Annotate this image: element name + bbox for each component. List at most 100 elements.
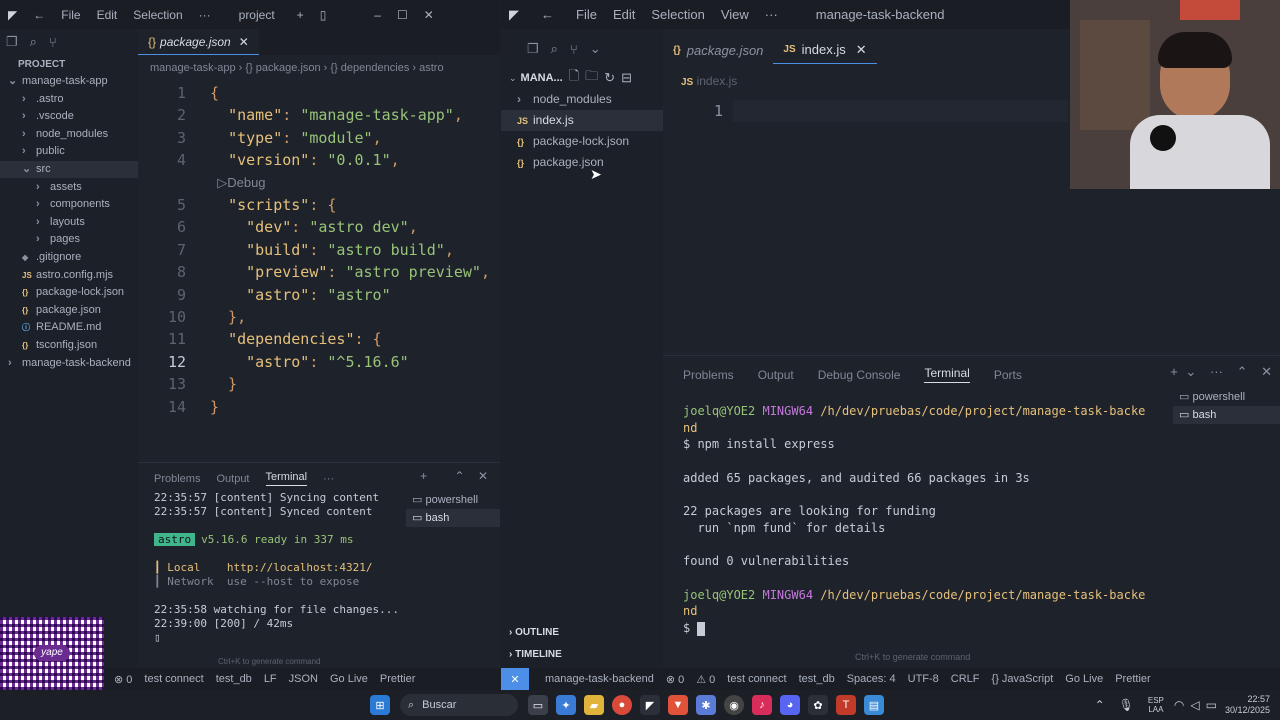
- panel-tab-terminal[interactable]: Terminal: [265, 471, 308, 486]
- close-icon[interactable]: ✕: [424, 8, 434, 22]
- menu-edit[interactable]: Edit: [613, 7, 635, 22]
- battery-icon[interactable]: ▭: [1206, 698, 1217, 712]
- chevron-down-icon[interactable]: ⌄: [590, 41, 601, 57]
- status-item[interactable]: LF: [264, 673, 277, 685]
- status-item[interactable]: UTF-8: [908, 673, 939, 685]
- add-terminal-icon[interactable]: +: [1170, 364, 1178, 379]
- wifi-icon[interactable]: ◠: [1174, 698, 1184, 712]
- discord-icon[interactable]: ◕: [780, 695, 800, 715]
- maximize-icon[interactable]: ⌃: [455, 469, 465, 483]
- layout-icon[interactable]: ▯: [320, 8, 327, 22]
- status-item[interactable]: Spaces: 4: [847, 673, 896, 685]
- menu-edit[interactable]: Edit: [97, 8, 118, 22]
- status-item[interactable]: {} JavaScript: [992, 673, 1054, 685]
- status-item[interactable]: JSON: [289, 673, 318, 685]
- menu-view[interactable]: View: [721, 7, 749, 22]
- tree-item[interactable]: {} package-lock.json: [501, 131, 663, 152]
- copilot-icon[interactable]: ✦: [556, 695, 576, 715]
- chevron-down-icon[interactable]: ⌄: [509, 73, 517, 84]
- close-panel-icon[interactable]: ✕: [478, 469, 488, 483]
- panel-tab-ports[interactable]: Ports: [994, 368, 1022, 382]
- chrome-icon[interactable]: ●: [612, 695, 632, 715]
- cursor-app-icon[interactable]: ◤: [640, 695, 660, 715]
- panel-tab-problems[interactable]: Problems: [154, 473, 200, 485]
- tree-item[interactable]: › layouts: [0, 214, 138, 231]
- tree-item[interactable]: JS index.js: [501, 110, 663, 131]
- windows-start-icon[interactable]: ⊞: [370, 695, 390, 715]
- chatgpt-icon[interactable]: ✿: [808, 695, 828, 715]
- github-icon[interactable]: ◉: [724, 695, 744, 715]
- files-icon[interactable]: ❐: [527, 41, 539, 57]
- breadcrumb-item[interactable]: {} dependencies: [330, 62, 409, 74]
- source-control-icon[interactable]: ⑂: [570, 42, 578, 57]
- new-folder-icon[interactable]: 🗀: [585, 67, 598, 89]
- menu-selection[interactable]: Selection: [651, 7, 704, 22]
- tab-package-json[interactable]: {} package.json: [663, 36, 773, 64]
- notepad-icon[interactable]: ▤: [864, 695, 884, 715]
- status-item[interactable]: Prettier: [1115, 673, 1150, 685]
- search-icon[interactable]: ⌕: [551, 41, 558, 57]
- status-item[interactable]: test connect: [727, 673, 786, 685]
- status-item[interactable]: test_db: [216, 673, 252, 685]
- tab-index-js[interactable]: JS index.js ✕: [773, 36, 877, 64]
- tree-item[interactable]: ⌄ src: [0, 161, 138, 178]
- tab-package-json[interactable]: {} package.json ✕: [138, 29, 259, 55]
- menu-more[interactable]: ···: [199, 8, 211, 22]
- timeline-section[interactable]: › TIMELINE: [509, 649, 562, 660]
- status-item[interactable]: test_db: [799, 673, 835, 685]
- panel-tab-terminal[interactable]: Terminal: [924, 366, 970, 383]
- tree-item[interactable]: › pages: [0, 231, 138, 248]
- tree-item[interactable]: ◆ .gitignore: [0, 249, 138, 266]
- chevron-down-icon[interactable]: ⌄: [1185, 364, 1196, 379]
- task-view-icon[interactable]: ▭: [528, 695, 548, 715]
- status-item[interactable]: Go Live: [1065, 673, 1103, 685]
- tree-item[interactable]: › .vscode: [0, 108, 138, 125]
- add-icon[interactable]: +: [297, 8, 304, 22]
- tree-item[interactable]: › manage-task-backend: [0, 355, 138, 372]
- maximize-icon[interactable]: ⌃: [1237, 364, 1248, 379]
- tree-item[interactable]: {} package-lock.json: [0, 284, 138, 301]
- status-item[interactable]: ⚠ 0: [696, 673, 715, 686]
- menu-file[interactable]: File: [576, 7, 597, 22]
- panel-tab-output[interactable]: Output: [758, 368, 794, 382]
- files-icon[interactable]: ❐: [6, 34, 18, 50]
- back-arrow-icon[interactable]: ←: [541, 7, 554, 22]
- breadcrumb-item[interactable]: manage-task-app: [150, 62, 236, 74]
- panel-tab-[interactable]: ···: [323, 473, 334, 485]
- close-tab-icon[interactable]: ✕: [239, 35, 249, 49]
- menu-selection[interactable]: Selection: [133, 8, 182, 22]
- tree-item[interactable]: › public: [0, 143, 138, 160]
- tiktok-icon[interactable]: ♪: [752, 695, 772, 715]
- file-explorer-icon[interactable]: ▰: [584, 695, 604, 715]
- tree-item[interactable]: › node_modules: [0, 126, 138, 143]
- status-item[interactable]: CRLF: [951, 673, 980, 685]
- remote-indicator[interactable]: ✕: [501, 668, 529, 690]
- status-item[interactable]: Go Live: [330, 673, 368, 685]
- min-icon[interactable]: –: [374, 8, 381, 22]
- source-control-icon[interactable]: ⑂: [49, 35, 57, 50]
- tree-item[interactable]: › node_modules: [501, 89, 663, 110]
- code-editor[interactable]: 1{2 "name": "manage-task-app", 3 "type": …: [138, 82, 500, 422]
- panel-tab-output[interactable]: Output: [216, 473, 249, 485]
- terminal-session-powershell[interactable]: ▭ powershell: [1173, 388, 1280, 406]
- language-indicator[interactable]: ESP LAA: [1148, 696, 1164, 714]
- terraform-icon[interactable]: T: [836, 695, 856, 715]
- outline-section[interactable]: › OUTLINE: [509, 627, 559, 638]
- breadcrumb-item[interactable]: {} package.json: [245, 62, 320, 74]
- tree-item[interactable]: ⌄ manage-task-app: [0, 73, 138, 90]
- panel-tab-problems[interactable]: Problems: [683, 368, 734, 382]
- clock[interactable]: 22:57 30/12/2025: [1225, 694, 1270, 716]
- terminal-session-powershell[interactable]: ▭ powershell: [406, 491, 500, 509]
- max-icon[interactable]: ☐: [397, 8, 408, 22]
- chevron-up-icon[interactable]: ⌃: [1095, 698, 1105, 712]
- tree-item[interactable]: › assets: [0, 179, 138, 196]
- microphone-icon[interactable]: 🎙: [1119, 698, 1134, 712]
- code-editor[interactable]: 1: [663, 98, 1068, 348]
- tree-item[interactable]: › components: [0, 196, 138, 213]
- back-arrow-icon[interactable]: ←: [33, 8, 45, 22]
- app-icon[interactable]: ✱: [696, 695, 716, 715]
- breadcrumb-item[interactable]: astro: [419, 62, 443, 74]
- volume-icon[interactable]: ◁: [1190, 698, 1199, 712]
- tree-item[interactable]: ⓘ README.md: [0, 319, 138, 336]
- taskbar-search[interactable]: ⌕ Buscar: [400, 694, 518, 716]
